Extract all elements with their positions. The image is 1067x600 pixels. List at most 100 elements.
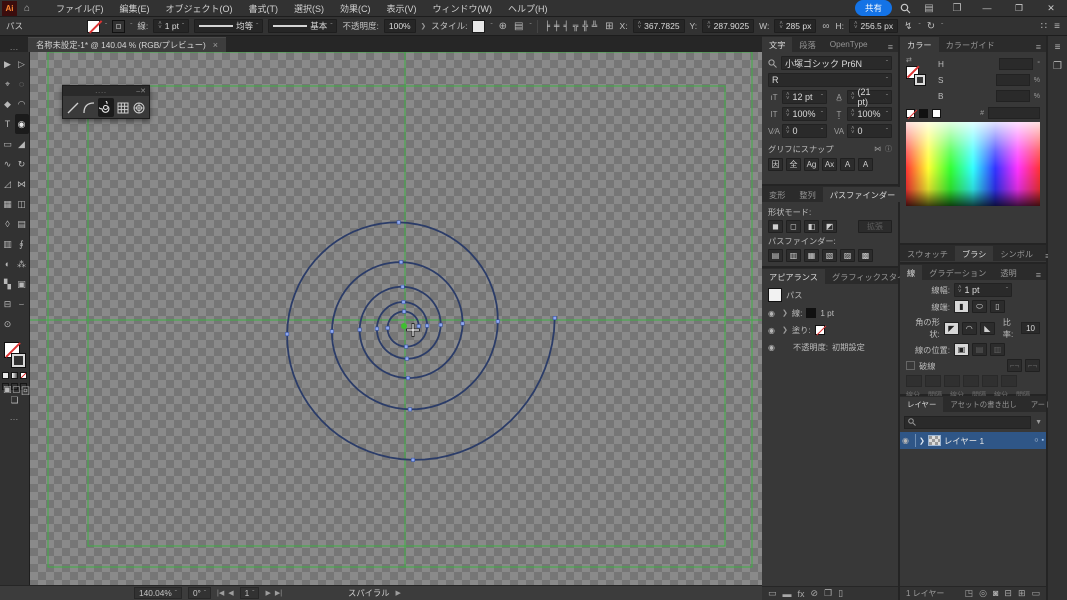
dash-field[interactable] — [982, 375, 998, 387]
restore-button[interactable]: ❐ — [1007, 3, 1031, 14]
anchor-point[interactable] — [358, 328, 361, 331]
round-join-icon[interactable]: ◠ — [962, 322, 977, 335]
tab-align[interactable]: 整列 — [792, 187, 822, 202]
expand-button[interactable]: 拡張 — [858, 220, 892, 233]
tab-symbols[interactable]: シンボル — [993, 246, 1040, 261]
none-mode-icon[interactable] — [20, 372, 27, 379]
link-dimensions-icon[interactable]: ∞ — [821, 21, 830, 32]
vertical-scale-field[interactable]: ˄˅100%ˇ — [782, 107, 827, 121]
hand-tool[interactable]: ⌣ — [15, 294, 29, 314]
new-layer-icon[interactable]: ⊞ — [1018, 588, 1026, 599]
align-vcenter-icon[interactable]: ╬ — [580, 22, 589, 32]
minus-back-icon[interactable]: ▩ — [858, 249, 873, 262]
black-swatch[interactable] — [919, 109, 928, 118]
menu-edit[interactable]: 編集(E) — [113, 0, 157, 17]
layer-visibility-icon[interactable]: ◉ — [902, 436, 912, 445]
appearance-fill-row[interactable]: ◉ ❯ 塗り: — [768, 324, 892, 336]
clear-appearance-icon[interactable]: ⊘ — [811, 588, 819, 599]
trim-icon[interactable]: ▥ — [786, 249, 801, 262]
projecting-cap-icon[interactable]: ▯ — [990, 300, 1005, 313]
palette-title-bar[interactable]: .... – ✕ — [63, 86, 149, 96]
free-transform-tool[interactable]: ▦ — [1, 194, 15, 214]
polar-grid-tool-button[interactable] — [131, 98, 147, 117]
symbol-sprayer-tool[interactable]: ⁂ — [15, 254, 29, 274]
zoom-select[interactable]: 140.04%ˇ — [134, 587, 182, 599]
artboard-select[interactable]: 1ˇ — [240, 587, 260, 599]
align-right-icon[interactable]: ╡ — [561, 22, 570, 32]
draw-normal-icon[interactable]: ▣ — [2, 383, 9, 390]
rotate-tool[interactable]: ↻ — [15, 154, 29, 174]
document-setup-icon[interactable]: ⊕ — [498, 21, 508, 32]
spiral-path[interactable] — [287, 222, 555, 460]
tab-appearance[interactable]: アピアランス — [762, 269, 825, 284]
none-swatch[interactable] — [906, 109, 915, 118]
gap-field[interactable] — [925, 375, 941, 387]
swap-colors-icon[interactable]: ⇄ — [906, 56, 932, 64]
menu-select[interactable]: 選択(S) — [287, 0, 331, 17]
last-artboard-icon[interactable]: ▶| — [275, 589, 282, 597]
brightness-field[interactable] — [996, 90, 1030, 102]
eyedropper-tool[interactable]: ∮ — [15, 234, 29, 254]
rectangle-tool[interactable]: ▭ — [1, 134, 15, 154]
first-artboard-icon[interactable]: |◀ — [217, 589, 224, 597]
status-options-icon[interactable]: ▶ — [396, 589, 401, 597]
gap-field[interactable] — [1001, 375, 1017, 387]
menu-object[interactable]: オブジェクト(O) — [159, 0, 240, 17]
visibility-eye-icon[interactable]: ◉ — [768, 343, 778, 352]
column-graph-tool[interactable]: ▚ — [1, 274, 15, 294]
anchor-point[interactable] — [411, 458, 414, 461]
tab-close-icon[interactable]: × — [213, 40, 218, 50]
menu-file[interactable]: ファイル(F) — [49, 0, 111, 17]
prev-artboard-icon[interactable]: ◀ — [228, 589, 233, 597]
tab-paragraph[interactable]: 段落 — [792, 37, 822, 52]
collapse-panels-icon[interactable]: ≡ — [1055, 42, 1061, 53]
arrange-documents-icon[interactable]: ❐ — [947, 3, 967, 14]
layers-search-input[interactable] — [904, 416, 1031, 429]
anchor-point[interactable] — [417, 324, 420, 327]
next-artboard-icon[interactable]: ▶ — [265, 589, 270, 597]
anchor-point[interactable] — [401, 285, 404, 288]
stroke-width-field[interactable]: ˄˅1 ptˇ — [153, 19, 189, 33]
snap-ag-icon[interactable]: Ag — [804, 158, 819, 171]
share-button[interactable]: 共有 — [855, 0, 892, 16]
align-left-icon[interactable]: ╞ — [543, 22, 552, 32]
fill-swatch[interactable] — [87, 20, 100, 33]
drag-handle[interactable]: .... — [66, 88, 136, 95]
transform-reference-icon[interactable]: ⊞ — [604, 21, 614, 32]
layer-name[interactable]: レイヤー 1 — [944, 435, 984, 447]
locate-object-icon[interactable]: ◎ — [979, 588, 987, 599]
search-icon[interactable] — [900, 3, 911, 14]
align-outside-stroke-icon[interactable]: ▥ — [990, 343, 1005, 356]
visibility-eye-icon[interactable]: ◉ — [768, 309, 778, 318]
tab-asset-export[interactable]: アセットの書き出し — [943, 397, 1023, 412]
collect-export-icon[interactable]: ◳ — [965, 588, 974, 599]
home-icon[interactable]: ⌂ — [17, 3, 37, 14]
saturation-field[interactable] — [996, 74, 1030, 86]
width-profile-select[interactable]: 均等ˇ — [194, 19, 263, 33]
delete-layer-icon[interactable]: ▭ — [1031, 588, 1040, 599]
anchor-point[interactable] — [425, 324, 428, 327]
snap-ax-icon[interactable]: Ax — [822, 158, 837, 171]
tab-layers[interactable]: レイヤー — [900, 397, 943, 412]
outline-icon[interactable]: ▨ — [840, 249, 855, 262]
zoom-tool[interactable]: ⊙ — [1, 314, 15, 334]
layer-selection-indicator[interactable]: ▪ — [1042, 437, 1044, 444]
tab-color-guide[interactable]: カラーガイド — [939, 37, 1002, 52]
layer-thumbnail[interactable] — [928, 435, 941, 446]
rotation-select[interactable]: 0°ˇ — [188, 587, 211, 599]
snap-italic-icon[interactable]: A — [858, 158, 873, 171]
hue-field[interactable] — [999, 58, 1033, 70]
layer-expand-icon[interactable]: ❯ — [919, 437, 925, 445]
selection-tool[interactable]: ▶ — [1, 54, 15, 74]
layer-row[interactable]: ◉ ❯ レイヤー 1 ○ ▪ — [900, 432, 1046, 449]
rotate-icon[interactable]: ↻ — [926, 21, 936, 32]
shaper-tool[interactable]: ∿ — [1, 154, 15, 174]
lasso-tool[interactable]: ◌ — [15, 74, 29, 94]
scale-tool[interactable]: ◿ — [1, 174, 15, 194]
white-swatch[interactable] — [932, 109, 941, 118]
fill-color-swatch[interactable] — [815, 325, 825, 335]
anchor-point[interactable] — [402, 300, 405, 303]
paintbrush-tool[interactable]: ◢ — [15, 134, 29, 154]
hex-field[interactable] — [988, 107, 1040, 119]
filter-icon[interactable]: ▼ — [1035, 419, 1042, 426]
